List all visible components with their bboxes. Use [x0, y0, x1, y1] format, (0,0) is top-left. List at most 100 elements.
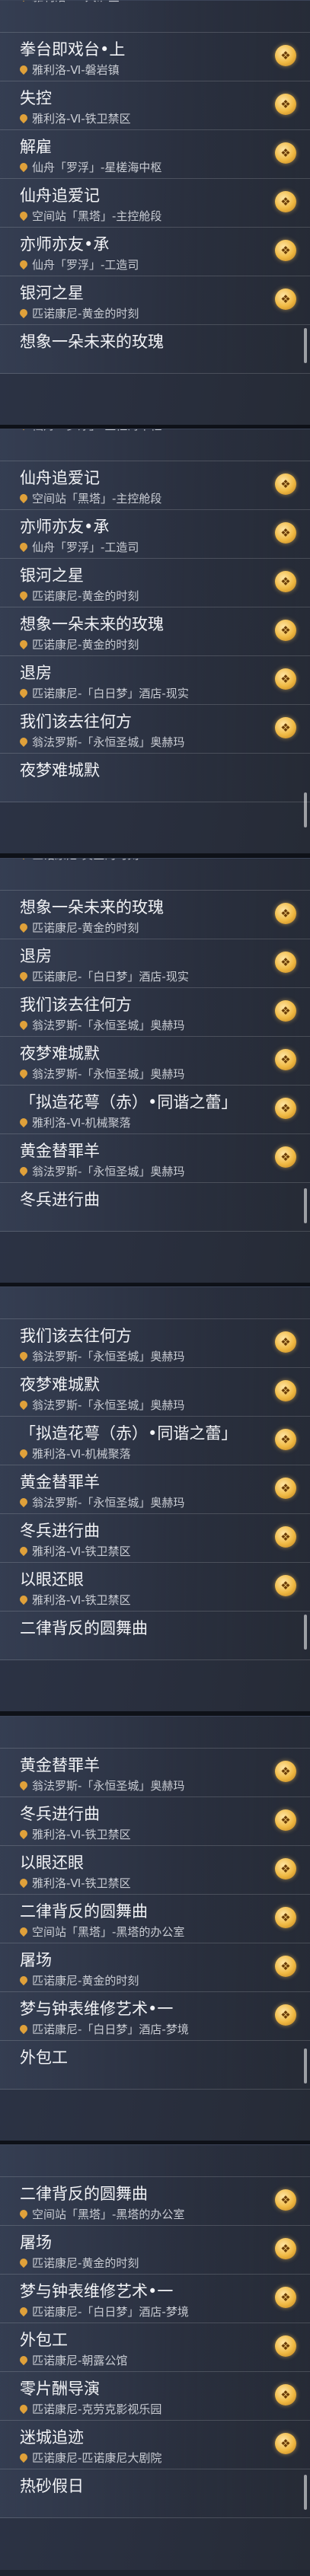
quest-row[interactable]: 二律背反的圆舞曲空间站「黑塔」-黑塔的办公室❖ — [0, 2177, 310, 2226]
quest-location-text: 翁法罗斯-「永恒圣城」奥赫玛 — [32, 1067, 185, 1081]
quest-badge-icon[interactable]: ❖ — [275, 571, 296, 592]
quest-location: 翁法罗斯-「永恒圣城」奥赫玛 — [18, 1496, 184, 1510]
quest-name: 以眼还眼 — [20, 1570, 84, 1589]
quest-badge-icon[interactable]: ❖ — [275, 289, 296, 310]
quest-row[interactable]: 零片酬导演 匹诺康尼-克劳克影视乐园 ❖ — [0, 2372, 310, 2421]
quest-row[interactable]: 冬兵进行曲 雅利洛-Ⅵ-铁卫禁区 ❖ — [0, 1797, 310, 1846]
quest-row[interactable]: 以眼还眼 雅利洛-Ⅵ-铁卫禁区 ❖ — [0, 1563, 310, 1612]
quest-row[interactable]: 外包工匹诺康尼-朝露公馆❖ — [0, 2323, 310, 2372]
quest-row[interactable]: 银河之星 匹诺康尼-黄金的时刻 ❖ — [0, 276, 310, 325]
quest-badge-icon[interactable]: ❖ — [275, 2384, 296, 2405]
quest-badge-icon[interactable]: ❖ — [275, 1146, 296, 1168]
quest-row[interactable]: 退房 匹诺康尼-「白日梦」酒店-现实 ❖ — [0, 939, 310, 988]
scrollbar-thumb[interactable] — [304, 2048, 307, 2083]
quest-badge-icon[interactable]: ❖ — [275, 1907, 296, 1928]
quest-row[interactable]: 梦与钟表维修艺术•一 匹诺康尼-「白日梦」酒店-梦境 ❖ — [0, 2275, 310, 2323]
quest-badge-icon[interactable]: ❖ — [275, 952, 296, 973]
quest-row[interactable]: 冬兵进行曲❖ — [0, 1183, 310, 1232]
quest-row[interactable]: 屠场 匹诺康尼-黄金的时刻 ❖ — [0, 1943, 310, 1992]
quest-badge-icon[interactable]: ❖ — [275, 1809, 296, 1831]
quest-badge-icon[interactable]: ❖ — [275, 240, 296, 261]
quest-badge-icon[interactable]: ❖ — [275, 2004, 296, 2026]
scrollbar-thumb[interactable] — [304, 1615, 307, 1650]
quest-row[interactable]: 黄金替罪羊 翁法罗斯-「永恒圣城」奥赫玛 ❖ — [0, 1465, 310, 1514]
quest-badge-icon[interactable]: ❖ — [275, 1380, 296, 1401]
quest-row[interactable]: 亦师亦友•承 仙舟「罗浮」-工造司 ❖ — [0, 510, 310, 559]
quest-badge-icon[interactable]: ❖ — [275, 1956, 296, 1977]
quest-row[interactable]: 仙舟「罗浮」-星槎海中枢❖ — [0, 429, 310, 461]
quest-row[interactable]: 银河之星 匹诺康尼-黄金的时刻 ❖ — [0, 559, 310, 607]
quest-badge-icon[interactable]: ❖ — [275, 45, 296, 66]
quest-row[interactable]: 「拟造花萼（赤）•同谐之蕾」 雅利洛-Ⅵ-机械聚落 ❖ — [0, 1417, 310, 1465]
quest-badge-icon[interactable]: ❖ — [275, 94, 296, 115]
quest-row[interactable]: 雅利洛-Ⅵ-大矿区❖ — [0, 1, 310, 33]
quest-row[interactable]: 仙舟追爱记 空间站「黑塔」-主控舱段 ❖ — [0, 179, 310, 228]
quest-row[interactable]: 我们该去往何方 翁法罗斯-「永恒圣城」奥赫玛 ❖ — [0, 705, 310, 754]
quest-name: 冬兵进行曲 — [20, 1191, 100, 1209]
quest-name: 拳台即戏台•上 — [20, 40, 126, 59]
quest-row[interactable]: 二律背反的圆舞曲空间站「黑塔」-黑塔的办公室❖ — [0, 1612, 310, 1660]
quest-row[interactable]: 夜梦难城默❖ — [0, 754, 310, 802]
quest-badge-icon[interactable]: ❖ — [275, 1761, 296, 1782]
quest-location-text: 匹诺康尼-黄金的时刻 — [32, 859, 139, 862]
quest-row[interactable]: 迷城追迹 匹诺康尼-匹诺康尼大剧院 ❖ — [0, 2421, 310, 2469]
quest-row[interactable]: 夜梦难城默 翁法罗斯-「永恒圣城」奥赫玛 ❖ — [0, 1037, 310, 1086]
quest-badge-icon[interactable]: ❖ — [275, 142, 296, 164]
quest-badge-icon[interactable]: ❖ — [275, 1098, 296, 1119]
quest-badge-icon[interactable]: ❖ — [275, 1526, 296, 1548]
quest-row[interactable]: 「拟造花萼（赤）•同谐之蕾」 雅利洛-Ⅵ-机械聚落 ❖ — [0, 1086, 310, 1134]
quest-badge-icon[interactable]: ❖ — [275, 903, 296, 924]
quest-badge-icon[interactable]: ❖ — [275, 1331, 296, 1353]
scrollbar-thumb[interactable] — [304, 2475, 307, 2510]
quest-row[interactable]: 热砂假日❖ — [0, 2469, 310, 2518]
quest-row[interactable]: 解雇 仙舟「罗浮」-星槎海中枢 ❖ — [0, 130, 310, 179]
quest-row[interactable]: 我们该去往何方 翁法罗斯-「永恒圣城」奥赫玛 ❖ — [0, 1319, 310, 1368]
scrollbar-thumb[interactable] — [304, 792, 307, 827]
quest-badge-icon[interactable]: ❖ — [275, 668, 296, 690]
quest-row[interactable]: 我们该去往何方 翁法罗斯-「永恒圣城」奥赫玛 ❖ — [0, 988, 310, 1037]
quest-badge-icon[interactable]: ❖ — [275, 522, 296, 544]
quest-row[interactable]: 拳台即戏台•上 雅利洛-Ⅵ-磐岩镇 ❖ — [0, 33, 310, 81]
quest-name: 二律背反的圆舞曲 — [20, 1619, 148, 1637]
quest-badge-icon[interactable]: ❖ — [275, 1429, 296, 1450]
quest-badge-icon[interactable]: ❖ — [275, 2189, 296, 2211]
quest-row[interactable]: 冬兵进行曲 雅利洛-Ⅵ-铁卫禁区 ❖ — [0, 1514, 310, 1563]
scrollbar-thumb[interactable] — [304, 328, 307, 363]
quest-row[interactable]: 失控 雅利洛-Ⅵ-铁卫禁区 ❖ — [0, 81, 310, 130]
quest-row[interactable]: 黄金替罪羊 翁法罗斯-「永恒圣城」奥赫玛 ❖ — [0, 1749, 310, 1797]
quest-row[interactable]: 亦师亦友•承 仙舟「罗浮」-工造司 ❖ — [0, 228, 310, 276]
quest-row[interactable]: 想象一朵未来的玫瑰 匹诺康尼-黄金的时刻 ❖ — [0, 891, 310, 939]
quest-badge-icon[interactable]: ❖ — [275, 2238, 296, 2259]
location-pin-icon — [18, 1, 30, 2]
quest-row[interactable]: 屠场 匹诺康尼-黄金的时刻 ❖ — [0, 2226, 310, 2275]
quest-row[interactable]: 黄金替罪羊 翁法罗斯-「永恒圣城」奥赫玛 ❖ — [0, 1134, 310, 1183]
quest-row[interactable]: 夜梦难城默 翁法罗斯-「永恒圣城」奥赫玛 ❖ — [0, 1368, 310, 1417]
quest-badge-icon[interactable]: ❖ — [275, 1478, 296, 1499]
quest-row[interactable]: 匹诺康尼-黄金的时刻❖ — [0, 859, 310, 891]
scrollbar-thumb[interactable] — [304, 1188, 307, 1223]
quest-badge-icon[interactable]: ❖ — [275, 1000, 296, 1022]
quest-row[interactable]: 梦与钟表维修艺术•一 匹诺康尼-「白日梦」酒店-梦境 ❖ — [0, 1992, 310, 2041]
quest-badge-icon[interactable]: ❖ — [275, 473, 296, 495]
quest-row[interactable]: ❖ — [0, 1717, 310, 1749]
location-pin-icon — [18, 638, 30, 650]
quest-badge-icon[interactable]: ❖ — [275, 1049, 296, 1070]
quest-badge-icon[interactable]: ❖ — [275, 620, 296, 641]
quest-row[interactable]: 二律背反的圆舞曲空间站「黑塔」-黑塔的办公室❖ — [0, 1895, 310, 1943]
quest-row[interactable]: 退房 匹诺康尼-「白日梦」酒店-现实 ❖ — [0, 656, 310, 705]
quest-row[interactable]: 以眼还眼 雅利洛-Ⅵ-铁卫禁区 ❖ — [0, 1846, 310, 1895]
quest-badge-icon[interactable]: ❖ — [275, 717, 296, 738]
quest-badge-icon[interactable]: ❖ — [275, 191, 296, 212]
quest-row[interactable]: 想象一朵未来的玫瑰❖ — [0, 325, 310, 374]
quest-badge-icon[interactable]: ❖ — [275, 1858, 296, 1879]
quest-badge-icon[interactable]: ❖ — [275, 2433, 296, 2454]
quest-row[interactable]: ❖ — [0, 1287, 310, 1319]
quest-badge-icon[interactable]: ❖ — [275, 1575, 296, 1596]
quest-row[interactable]: 想象一朵未来的玫瑰 匹诺康尼-黄金的时刻 ❖ — [0, 607, 310, 656]
quest-row[interactable]: ❖ — [0, 2145, 310, 2177]
quest-badge-icon[interactable]: ❖ — [275, 2287, 296, 2308]
quest-row[interactable]: 外包工匹诺康尼-朝露公馆❖ — [0, 2041, 310, 2090]
quest-badge-icon[interactable]: ❖ — [275, 2335, 296, 2357]
quest-location: 匹诺康尼-克劳克影视乐园 — [18, 2402, 161, 2416]
quest-row[interactable]: 仙舟追爱记 空间站「黑塔」-主控舱段 ❖ — [0, 461, 310, 510]
